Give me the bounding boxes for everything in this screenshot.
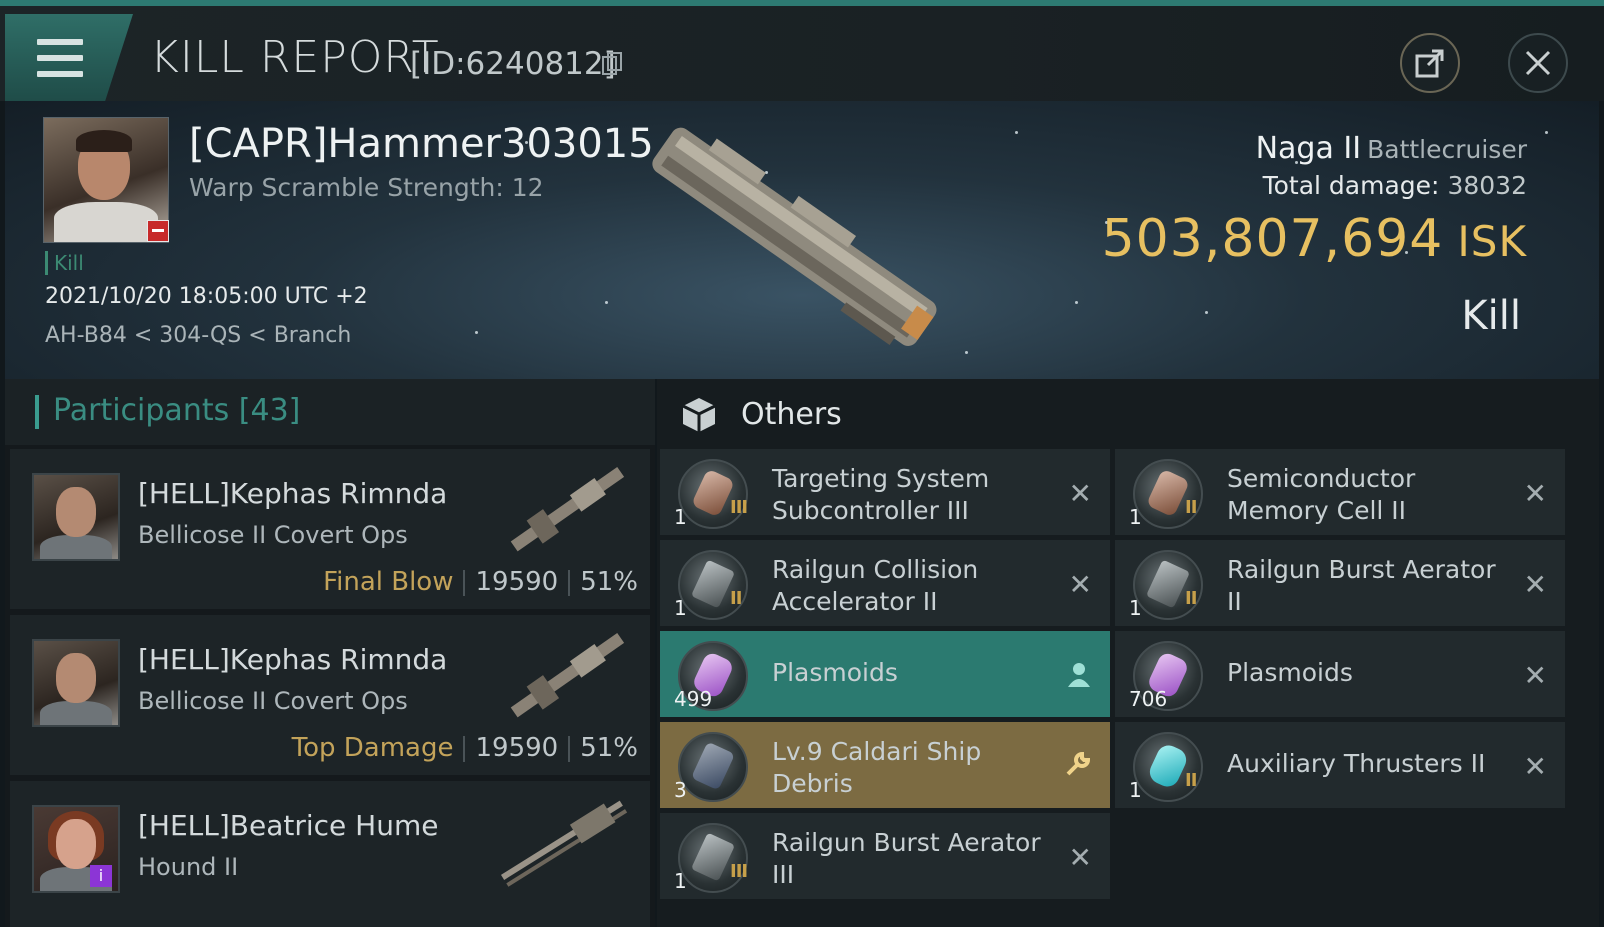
item-quantity: 1 [1129,596,1142,620]
subcontroller-icon [678,459,748,529]
dropped-off-icon: ✕ [1523,477,1547,510]
memory-cell-icon [1133,459,1203,529]
menu-button[interactable] [5,14,133,102]
railgun-rig-icon [678,823,748,893]
isk-value: 503,807,694 ISK [1101,209,1527,269]
item-row[interactable]: 1 II Railgun Burst Aerator II ✕ [1115,540,1565,626]
wrench-icon [1066,751,1091,776]
participant-row[interactable]: [HELL]Kephas Rimnda Bellicose II Covert … [10,615,650,775]
victim-ship-class: Battlecruiser [1367,135,1527,164]
victim-ship-image[interactable] [635,111,955,361]
item-quantity: 1 [1129,505,1142,529]
victim-ship-name[interactable]: Naga II Battlecruiser [1256,131,1527,166]
item-row[interactable]: 1 II Railgun Collision Accelerator II ✕ [660,540,1110,626]
thruster-icon [1133,732,1203,802]
info-badge: i [90,865,112,887]
page-title: KILL REPORT [150,32,440,83]
item-row-dropped[interactable]: 499 Plasmoids [660,631,1110,717]
participants-panel: Participants [43] [HELL]Kephas Rimnda Be… [5,379,655,927]
item-quantity: 499 [674,687,713,711]
item-row[interactable]: 706 Plasmoids ✕ [1115,631,1565,717]
participant-row[interactable]: [HELL]Kephas Rimnda Bellicose II Covert … [10,449,650,609]
victim-pilot-name[interactable]: [CAPR]Hammer303015 [189,121,654,167]
railgun-rig-icon [1133,550,1203,620]
item-tier: III [730,861,748,882]
item-quantity: 1 [674,869,687,893]
item-row[interactable]: 1 III Railgun Burst Aerator III ✕ [660,813,1110,899]
item-tier: II [1185,497,1197,518]
cube-icon [682,398,716,432]
item-tier: II [1185,588,1197,609]
hamburger-icon [37,39,83,77]
kill-type-tag: Kill [45,251,84,275]
dropped-off-icon: ✕ [1068,568,1092,601]
result-label: Kill [1461,293,1521,339]
item-quantity: 1 [1129,778,1142,802]
kill-report-window: KILL REPORT [ID:6240812] [CAPR]Hammer303… [0,0,1604,927]
items-header: Others [657,379,1599,449]
share-icon [1415,49,1444,78]
item-quantity: 706 [1129,687,1168,711]
item-name: Semiconductor Memory Cell II [1227,464,1416,525]
item-name: Railgun Collision Accelerator II [772,555,979,616]
report-id: [ID:6240812] [410,46,616,82]
participants-header: Participants [43] [5,379,655,445]
participant-avatar[interactable] [32,473,120,561]
item-tier: II [1185,770,1197,791]
hostile-badge [147,220,169,242]
item-name: Railgun Burst Aerator III [772,828,1041,889]
item-quantity: 1 [674,505,687,529]
participant-ship-image [510,466,625,552]
item-tier: III [730,497,748,518]
participant-stats: Top Damage 19590 51% [291,733,638,763]
item-row-salvage[interactable]: 3 Lv.9 Caldari Ship Debris [660,722,1110,808]
item-quantity: 3 [674,778,687,802]
participant-ship: Hound II [138,853,239,881]
item-name: Plasmoids [772,658,898,687]
item-name: Lv.9 Caldari Ship Debris [772,737,982,798]
dropped-off-icon: ✕ [1068,477,1092,510]
victim-banner: [CAPR]Hammer303015 Warp Scramble Strengt… [5,101,1599,379]
item-row[interactable]: 1 II Semiconductor Memory Cell II ✕ [1115,449,1565,535]
item-row[interactable]: 1 II Auxiliary Thrusters II ✕ [1115,722,1565,808]
participant-ship-image [510,632,625,718]
participant-name: [HELL]Beatrice Hume [138,809,439,842]
participant-row[interactable]: i [HELL]Beatrice Hume Hound II [10,781,650,927]
participant-ship: Bellicose II Covert Ops [138,687,408,715]
person-icon [1068,663,1090,687]
dropped-off-icon: ✕ [1523,750,1547,783]
item-name: Railgun Burst Aerator II [1227,555,1496,616]
close-button[interactable] [1508,33,1568,93]
dropped-off-icon: ✕ [1068,841,1092,874]
kill-location[interactable]: AH-B84 < 304-QS < Branch [45,323,351,348]
dropped-off-icon: ✕ [1523,659,1547,692]
header-bar: KILL REPORT [ID:6240812] [0,0,1604,102]
participants-count: [43] [238,393,301,428]
item-row[interactable]: 1 III Targeting System Subcontroller III… [660,449,1110,535]
participant-ship-image [500,800,628,887]
participant-name: [HELL]Kephas Rimnda [138,643,448,676]
items-title: Others [741,397,842,432]
item-name: Plasmoids [1227,658,1353,687]
warp-scramble-strength: Warp Scramble Strength: 12 [189,173,544,202]
railgun-rig-icon [678,550,748,620]
close-icon [1525,50,1551,76]
items-panel: Others 1 III Targeting System Subcontrol… [657,379,1599,927]
item-name: Targeting System Subcontroller III [772,464,990,525]
dropped-off-icon: ✕ [1523,568,1547,601]
total-damage: Total damage: 38032 [1262,171,1527,200]
kill-datetime: 2021/10/20 18:05:00 UTC +2 [45,284,368,309]
participant-ship: Bellicose II Covert Ops [138,521,408,549]
item-quantity: 1 [674,596,687,620]
share-button[interactable] [1400,33,1460,93]
item-tier: II [730,588,742,609]
participant-name: [HELL]Kephas Rimnda [138,477,448,510]
debris-icon [678,732,748,802]
item-name: Auxiliary Thrusters II [1227,749,1486,778]
copy-icon[interactable] [602,52,622,76]
participant-avatar[interactable] [32,639,120,727]
participant-stats: Final Blow 19590 51% [323,567,638,597]
